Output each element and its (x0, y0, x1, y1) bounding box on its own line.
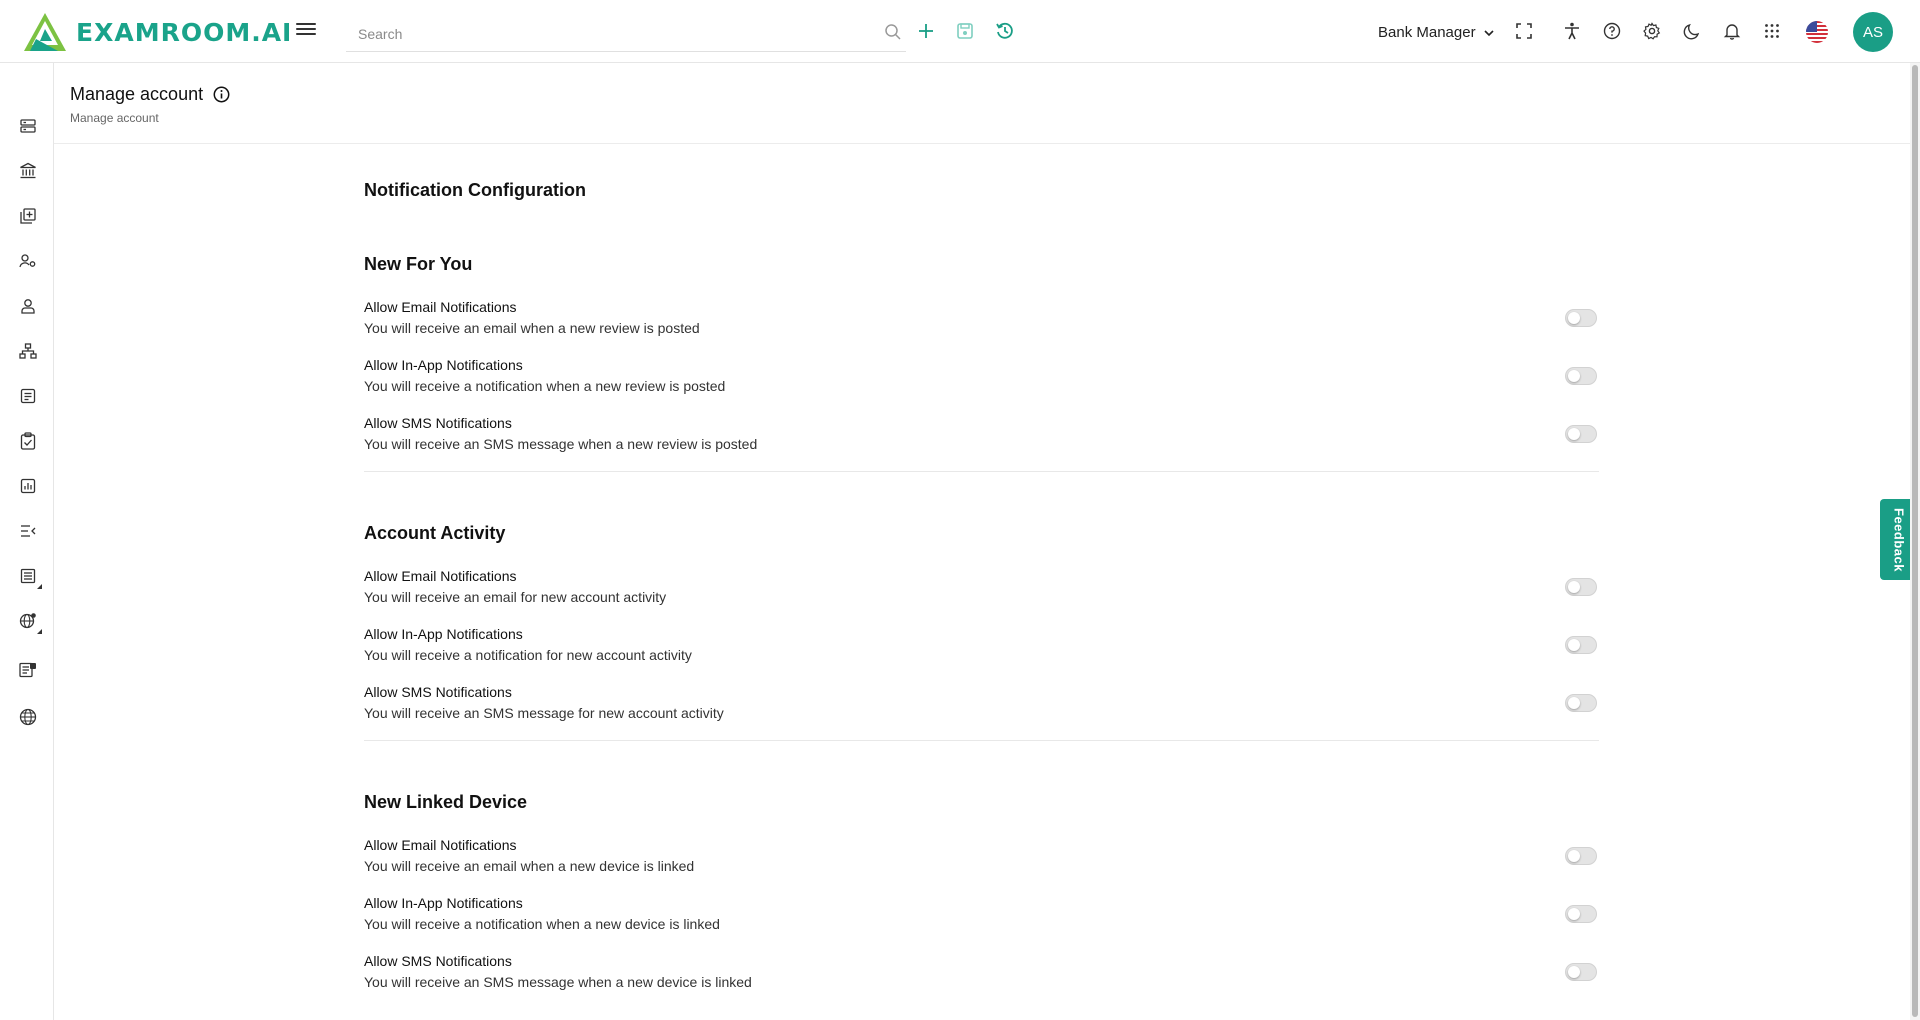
email-notification-toggle[interactable] (1565, 578, 1597, 596)
user-settings-icon[interactable] (17, 250, 39, 272)
logo-text: EXAMROOM.AI (76, 17, 293, 47)
top-bar: EXAMROOM.AI Bank Manager (0, 0, 1920, 63)
divider (364, 471, 1599, 472)
setting-row: Allow SMS Notifications You will receive… (364, 684, 1599, 728)
user-icon[interactable] (17, 295, 39, 317)
setting-label: Allow SMS Notifications (364, 953, 512, 969)
chart-icon[interactable] (17, 475, 39, 497)
chevron-down-icon (1483, 24, 1494, 41)
setting-row: Allow In-App Notifications You will rece… (364, 357, 1599, 401)
setting-row: Allow Email Notifications You will recei… (364, 568, 1599, 612)
clipboard-check-icon[interactable] (17, 430, 39, 452)
table-list-icon[interactable] (17, 565, 42, 589)
group-title: New For You (364, 254, 473, 274)
group-title: Account Activity (364, 523, 506, 543)
setting-description: You will receive a notification for new … (364, 647, 692, 663)
page-header: Manage account Manage account (54, 63, 1910, 144)
role-label: Bank Manager (1378, 23, 1476, 41)
setting-label: Allow Email Notifications (364, 299, 517, 315)
save-icon[interactable] (953, 19, 977, 43)
setting-row: Allow SMS Notifications You will receive… (364, 953, 1599, 997)
search-input[interactable] (358, 22, 858, 46)
search-icon[interactable] (884, 23, 902, 46)
globe-icon[interactable] (17, 706, 39, 728)
fullscreen-icon[interactable] (1512, 19, 1536, 43)
setting-description: You will receive an SMS message when a n… (364, 436, 758, 452)
setting-label: Allow In-App Notifications (364, 626, 523, 642)
menu-icon[interactable] (296, 20, 316, 42)
setting-description: You will receive an email when a new rev… (364, 320, 700, 336)
setting-description: You will receive a notification when a n… (364, 916, 720, 932)
settings-icon[interactable] (1640, 19, 1664, 43)
dark-mode-icon[interactable] (1680, 19, 1704, 43)
setting-row: Allow Email Notifications You will recei… (364, 837, 1599, 881)
scroll-thumb[interactable] (1912, 65, 1918, 1017)
setting-label: Allow In-App Notifications (364, 357, 523, 373)
scrollbar[interactable] (1910, 63, 1920, 1020)
feedback-label: Feedback (1891, 507, 1907, 572)
sidebar (0, 63, 54, 1020)
setting-label: Allow Email Notifications (364, 568, 517, 584)
bank-icon[interactable] (17, 160, 39, 182)
in-app-notification-toggle[interactable] (1565, 636, 1597, 654)
search-bar (346, 16, 906, 52)
setting-row: Allow In-App Notifications You will rece… (364, 895, 1599, 939)
accessibility-icon[interactable] (1560, 19, 1584, 43)
bell-icon[interactable] (1720, 19, 1744, 43)
breadcrumb: Manage account (70, 111, 159, 125)
page-title-text: Manage account (70, 84, 204, 104)
setting-label: Allow SMS Notifications (364, 684, 512, 700)
apps-grid-icon[interactable] (1760, 19, 1784, 43)
role-select[interactable]: Bank Manager (1378, 22, 1494, 42)
setting-label: Allow In-App Notifications (364, 895, 523, 911)
sms-notification-toggle[interactable] (1565, 694, 1597, 712)
us-flag-icon[interactable] (1806, 21, 1828, 43)
email-notification-toggle[interactable] (1565, 847, 1597, 865)
email-notification-toggle[interactable] (1565, 309, 1597, 327)
history-icon[interactable] (993, 19, 1017, 43)
group-title: New Linked Device (364, 792, 528, 812)
setting-description: You will receive a notification when a n… (364, 378, 726, 394)
logo[interactable]: EXAMROOM.AI (22, 11, 292, 53)
setting-row: Allow Email Notifications You will recei… (364, 299, 1599, 343)
plus-icon[interactable] (914, 19, 938, 43)
section-heading: Notification Configuration (364, 180, 586, 200)
setting-description: You will receive an SMS message for new … (364, 705, 724, 721)
setting-label: Allow SMS Notifications (364, 415, 512, 431)
add-library-icon[interactable] (17, 205, 39, 227)
info-icon[interactable] (213, 86, 230, 103)
sms-notification-toggle[interactable] (1565, 963, 1597, 981)
sitemap-icon[interactable] (17, 340, 39, 362)
setting-row: Allow SMS Notifications You will receive… (364, 415, 1599, 459)
in-app-notification-toggle[interactable] (1565, 905, 1597, 923)
page-title: Manage account (70, 84, 230, 105)
sms-notification-toggle[interactable] (1565, 425, 1597, 443)
setting-description: You will receive an email for new accoun… (364, 589, 667, 605)
setting-description: You will receive an email when a new dev… (364, 858, 695, 874)
setting-description: You will receive an SMS message when a n… (364, 974, 752, 990)
setting-row: Allow In-App Notifications You will rece… (364, 626, 1599, 670)
avatar-initials: AS (1862, 23, 1883, 41)
in-app-notification-toggle[interactable] (1565, 367, 1597, 385)
list-collapse-icon[interactable] (17, 520, 39, 542)
report-icon[interactable] (17, 659, 39, 681)
help-icon[interactable] (1600, 19, 1624, 43)
logo-icon (24, 13, 66, 51)
server-icon[interactable] (17, 115, 39, 137)
avatar[interactable]: AS (1853, 12, 1893, 52)
document-list-icon[interactable] (17, 385, 39, 407)
globe-settings-icon[interactable] (17, 610, 42, 634)
divider (364, 740, 1599, 741)
setting-label: Allow Email Notifications (364, 837, 517, 853)
